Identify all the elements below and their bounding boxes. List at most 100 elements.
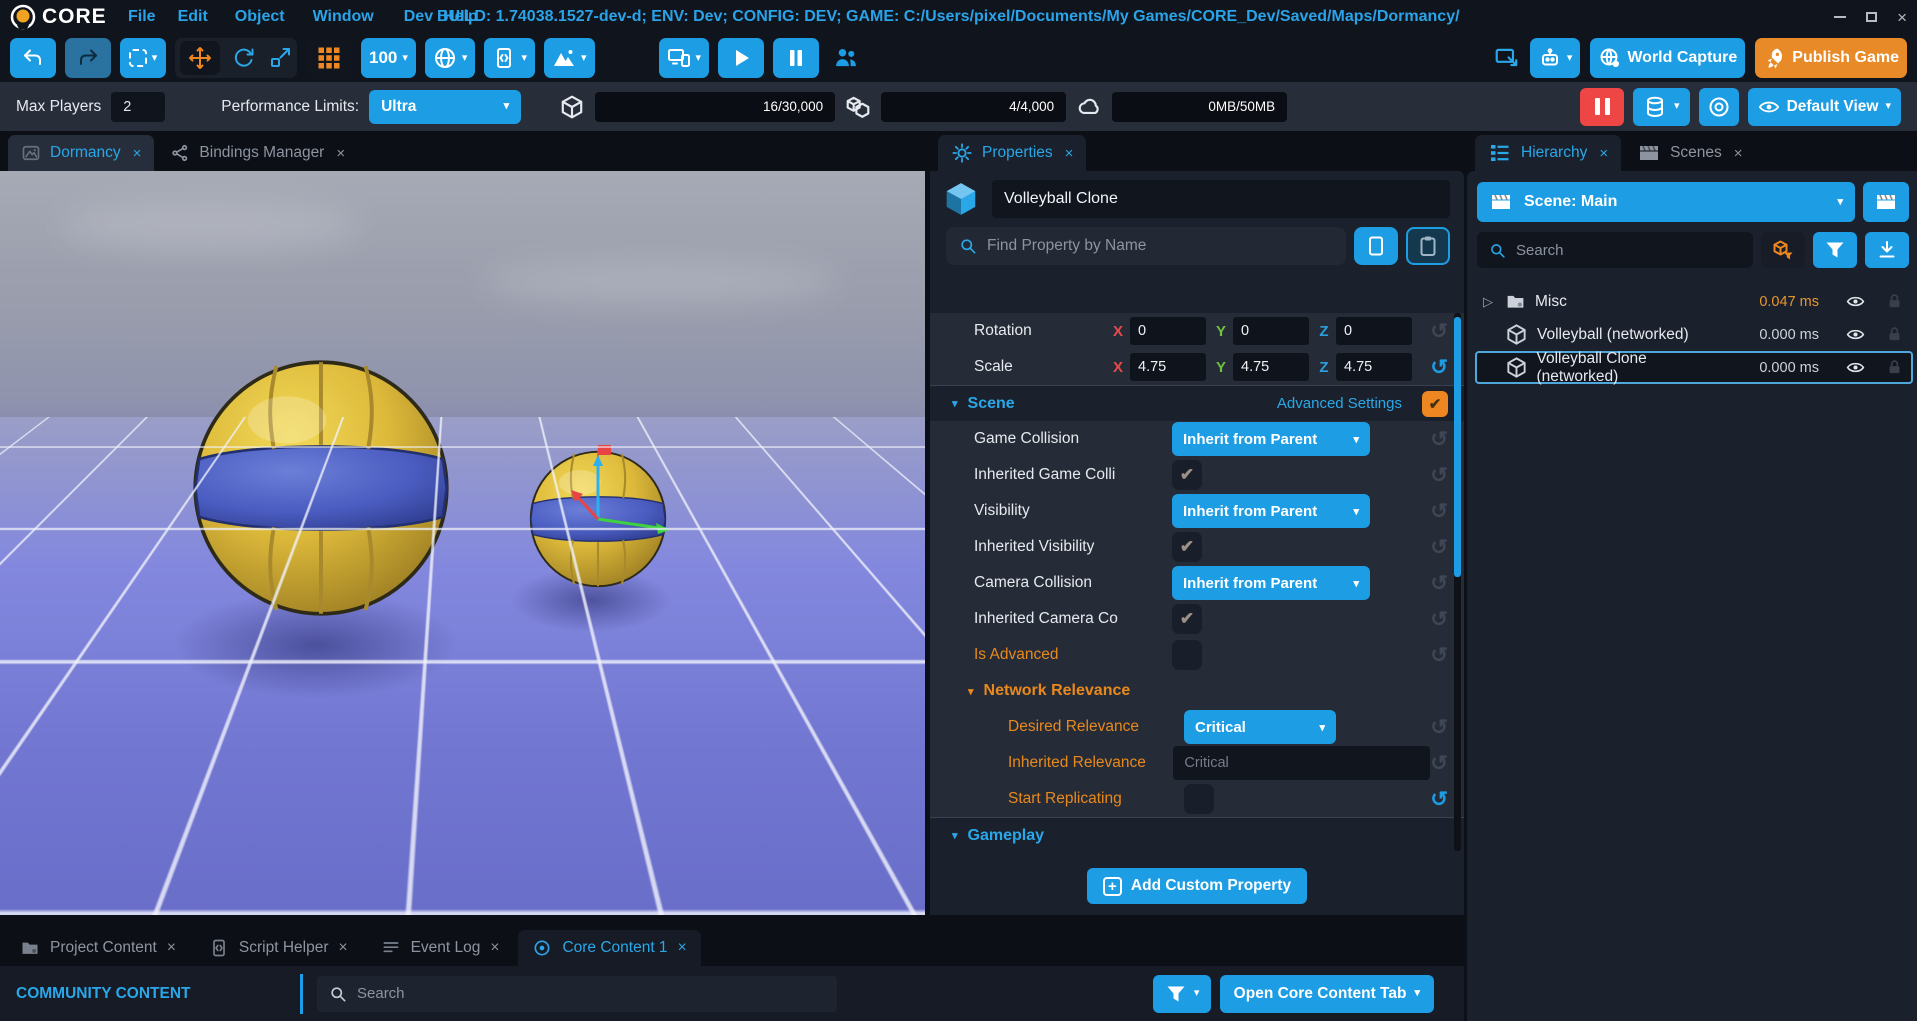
close-tab-icon[interactable]: × [490, 939, 499, 957]
reset-icon[interactable]: ↺ [1430, 753, 1448, 774]
property-row[interactable]: Start Replicating↺ [930, 781, 1464, 817]
close-tab-icon[interactable]: × [1734, 145, 1743, 162]
max-players-input[interactable]: 2 [111, 92, 165, 122]
preview-mode-dropdown[interactable]: ▾ [659, 38, 710, 78]
x-input[interactable]: 0 [1130, 317, 1206, 345]
publish-game-button[interactable]: Publish Game [1755, 38, 1907, 78]
hierarchy-search-input[interactable]: Search [1477, 232, 1753, 268]
tab-hierarchy[interactable]: Hierarchy × [1475, 135, 1621, 171]
advanced-settings-checkbox[interactable]: ✔ [1422, 391, 1448, 417]
grid-snap-button[interactable] [306, 38, 352, 78]
tab-properties[interactable]: Properties × [938, 135, 1086, 171]
dropdown-desired-relevance[interactable]: Critical▾ [1184, 710, 1336, 744]
menu-file[interactable]: File [128, 8, 156, 26]
tab-event-log[interactable]: Event Log × [367, 930, 514, 966]
reset-icon[interactable]: ↺ [1430, 789, 1448, 810]
undo-button[interactable] [10, 38, 56, 78]
maximize-button[interactable] [1866, 12, 1877, 22]
menu-dev[interactable]: Dev [404, 8, 433, 26]
volleyball-object[interactable] [190, 357, 452, 619]
close-tab-icon[interactable]: × [678, 939, 687, 957]
visibility-eye-icon[interactable] [1846, 358, 1865, 377]
reset-icon[interactable]: ↺ [1430, 357, 1448, 378]
scale-tool-button[interactable] [268, 46, 292, 70]
menu-object[interactable]: Object [235, 8, 285, 26]
object-filter-button[interactable] [1761, 232, 1805, 268]
property-row[interactable]: Is Advanced↺ [930, 637, 1464, 673]
property-search-input[interactable]: Find Property by Name [946, 227, 1346, 265]
server-dropdown[interactable]: ▾ [1633, 88, 1690, 126]
close-tab-icon[interactable]: × [167, 939, 176, 957]
property-row[interactable]: Inherited Visibility↺ [930, 529, 1464, 565]
reset-icon[interactable]: ↺ [1430, 465, 1448, 486]
close-tab-icon[interactable]: × [336, 145, 345, 162]
multiplayer-preview-button[interactable] [832, 44, 860, 72]
x-input[interactable]: 4.75 [1130, 353, 1206, 381]
reset-icon[interactable]: ↺ [1430, 537, 1448, 558]
close-button[interactable]: × [1897, 9, 1907, 26]
close-tab-icon[interactable]: × [1065, 145, 1074, 162]
tab-scenes[interactable]: Scenes × [1624, 135, 1755, 171]
rotate-tool-button[interactable] [232, 46, 256, 70]
terrain-dropdown[interactable]: ▾ [544, 38, 595, 78]
grid-size-dropdown[interactable]: 100▾ [361, 38, 416, 78]
lock-icon[interactable] [1886, 326, 1903, 343]
dropdown-camera-collision[interactable]: Inherit from Parent▾ [1172, 566, 1370, 600]
expander-icon[interactable]: ▷ [1483, 294, 1496, 310]
property-row[interactable]: VisibilityInherit from Parent▾↺ [930, 493, 1464, 529]
checkbox-is-advanced[interactable] [1172, 640, 1202, 670]
redo-button[interactable] [65, 38, 111, 78]
checkbox-inherited-game-colli[interactable] [1172, 460, 1202, 490]
minimize-button[interactable] [1834, 16, 1846, 18]
section-scene[interactable]: ▾SceneAdvanced Settings✔ [930, 385, 1464, 421]
reset-icon[interactable]: ↺ [1430, 501, 1448, 522]
property-row[interactable]: Inherited Game Colli↺ [930, 457, 1464, 493]
checkbox-start-replicating[interactable] [1184, 784, 1214, 814]
hierarchy-row-volleyball-clone-networked[interactable]: Volleyball Clone (networked) 0.000 ms [1475, 351, 1913, 384]
scene-selector-dropdown[interactable]: Scene: Main ▾ [1477, 182, 1855, 222]
tab-script-helper[interactable]: Script Helper × [195, 930, 362, 966]
y-input[interactable]: 4.75 [1233, 353, 1309, 381]
scenes-manager-button[interactable] [1863, 182, 1909, 222]
property-row[interactable]: Inherited RelevanceCritical↺ [930, 745, 1464, 781]
z-input[interactable]: 4.75 [1336, 353, 1412, 381]
world-capture-button[interactable]: World Capture [1590, 38, 1745, 78]
property-row[interactable]: Game CollisionInherit from Parent▾↺ [930, 421, 1464, 457]
script-dropdown[interactable]: ▾ [484, 38, 535, 78]
move-tool-button[interactable] [180, 41, 220, 75]
checkbox-inherited-visibility[interactable] [1172, 532, 1202, 562]
lock-icon[interactable] [1886, 359, 1903, 376]
tab-core-content-1[interactable]: Core Content 1 × [518, 930, 700, 966]
paste-properties-button[interactable] [1406, 227, 1450, 265]
default-view-dropdown[interactable]: Default View▾ [1748, 88, 1901, 126]
content-filter-dropdown[interactable]: ▾ [1153, 975, 1211, 1013]
tab-project-content[interactable]: Project Content × [6, 930, 190, 966]
reset-icon[interactable]: ↺ [1430, 321, 1448, 342]
property-row[interactable]: ScaleX4.75 Y4.75 Z4.75↺ [930, 349, 1464, 385]
input-inherited-relevance[interactable]: Critical [1173, 746, 1430, 780]
tab-bindings-manager[interactable]: Bindings Manager × [157, 135, 358, 171]
pause-button[interactable] [773, 38, 819, 78]
screen-share-icon[interactable] [1494, 45, 1520, 71]
object-name-input[interactable]: Volleyball Clone [992, 180, 1450, 218]
dropdown-game-collision[interactable]: Inherit from Parent▾ [1172, 422, 1370, 456]
transform-gizmo[interactable] [558, 441, 698, 565]
reset-icon[interactable]: ↺ [1430, 717, 1448, 738]
property-row[interactable]: Camera CollisionInherit from Parent▾↺ [930, 565, 1464, 601]
menu-edit[interactable]: Edit [178, 8, 208, 26]
menu-window[interactable]: Window [313, 8, 374, 26]
property-row[interactable]: Desired RelevanceCritical▾↺ [930, 709, 1464, 745]
scene-viewport[interactable] [0, 171, 925, 915]
world-mode-dropdown[interactable]: ▾ [425, 38, 476, 78]
content-search-input[interactable]: Search [317, 976, 837, 1012]
play-button[interactable] [718, 38, 764, 78]
hierarchy-row-misc[interactable]: ▷ Misc 0.047 ms [1475, 285, 1913, 318]
section-gameplay[interactable]: ▾Gameplay [930, 817, 1464, 851]
visibility-eye-icon[interactable] [1846, 325, 1865, 344]
reset-icon[interactable]: ↺ [1430, 429, 1448, 450]
z-input[interactable]: 0 [1336, 317, 1412, 345]
reset-icon[interactable]: ↺ [1430, 609, 1448, 630]
tab-dormancy[interactable]: Dormancy × [8, 135, 154, 171]
close-tab-icon[interactable]: × [133, 145, 142, 162]
hierarchy-row-volleyball-networked[interactable]: Volleyball (networked) 0.000 ms [1475, 318, 1913, 351]
